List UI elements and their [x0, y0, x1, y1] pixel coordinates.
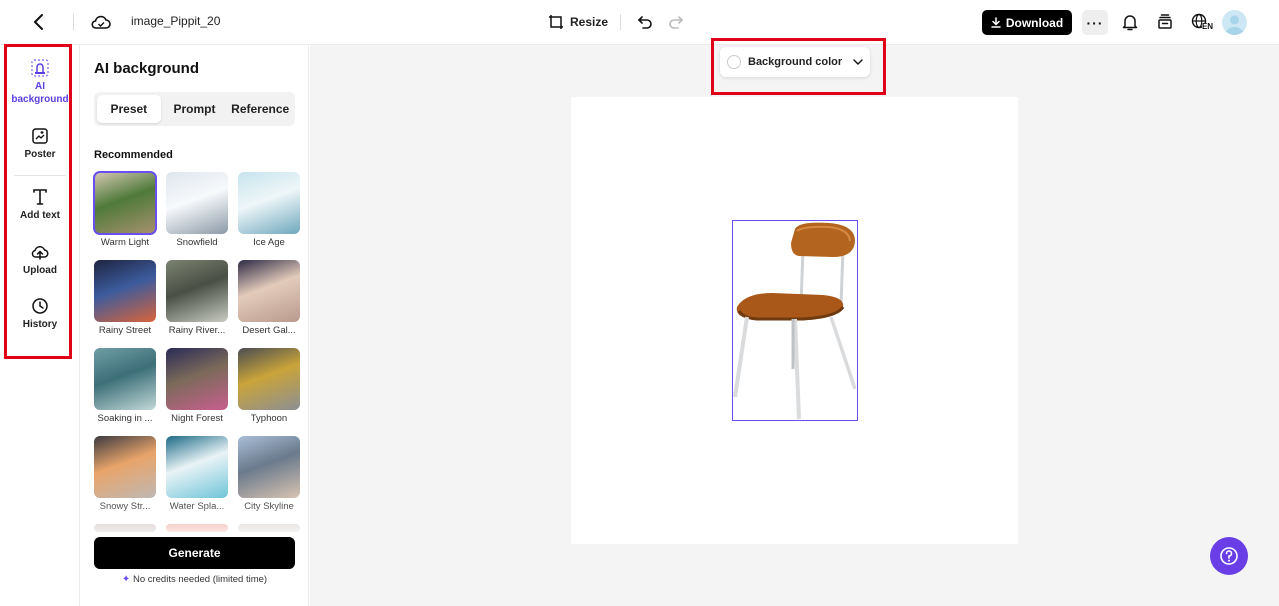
- tab-preset[interactable]: Preset: [97, 95, 161, 123]
- download-icon: [991, 17, 1001, 28]
- upload-icon: [31, 246, 49, 260]
- cloud-icon: [91, 15, 111, 29]
- preset-thumbnail: [93, 171, 157, 235]
- back-button[interactable]: [28, 11, 50, 33]
- help-button[interactable]: [1210, 537, 1248, 575]
- preset-thumbnail: [238, 260, 300, 322]
- chair-image: [733, 222, 857, 420]
- redo-button[interactable]: [666, 11, 686, 33]
- sidebar-item-add-text[interactable]: Add text: [8, 188, 72, 222]
- user-avatar-icon: [1225, 15, 1244, 35]
- more-icon: ···: [1086, 14, 1104, 31]
- preset-thumbnail: [166, 172, 228, 234]
- sidebar-item-label: Poster: [24, 149, 56, 160]
- tab-prompt[interactable]: Prompt: [163, 95, 227, 123]
- notifications-button[interactable]: [1119, 11, 1141, 33]
- ai-background-icon: [31, 59, 49, 77]
- sidebar-item-poster[interactable]: Poster: [8, 127, 72, 161]
- more-options-button[interactable]: ···: [1082, 10, 1108, 35]
- preset-thumbnail: [166, 348, 228, 410]
- cloud-save-button[interactable]: [90, 11, 112, 33]
- mode-tabs: Preset Prompt Reference: [94, 92, 295, 126]
- background-color-label: Background color: [748, 56, 843, 68]
- preset-label: Rainy River...: [168, 325, 226, 336]
- preset-thumbnail: [94, 436, 156, 498]
- preset-label: Rainy Street: [98, 325, 152, 336]
- preset-item[interactable]: Snowfield: [166, 172, 228, 248]
- preset-thumbnail: [238, 436, 300, 498]
- divider: [620, 14, 621, 30]
- preset-thumbnail: [94, 348, 156, 410]
- preset-item[interactable]: Soaking in ...: [94, 348, 156, 424]
- color-swatch-icon: [727, 55, 741, 69]
- download-button[interactable]: Download: [982, 10, 1072, 35]
- file-name[interactable]: image_Pippit_20: [131, 14, 220, 28]
- undo-button[interactable]: [635, 11, 655, 33]
- ai-background-panel: AI background Preset Prompt Reference Re…: [81, 45, 309, 606]
- credits-note-text: No credits needed (limited time): [132, 574, 268, 585]
- preset-item[interactable]: Rainy River...: [166, 260, 228, 336]
- background-color-button[interactable]: Background color: [720, 47, 870, 77]
- divider: [73, 14, 74, 30]
- preset-label: Desert Gal...: [242, 325, 296, 336]
- sidebar-item-label: Upload: [23, 265, 57, 276]
- resize-icon: [549, 15, 563, 29]
- chevron-down-icon: [853, 58, 863, 65]
- scroll-fade: [81, 500, 308, 540]
- tab-reference[interactable]: Reference: [228, 95, 292, 123]
- preset-label: Typhoon: [250, 413, 288, 424]
- download-label: Download: [1005, 15, 1064, 30]
- sidebar-item-history[interactable]: History: [8, 297, 72, 331]
- resize-button[interactable]: Resize: [548, 11, 608, 33]
- panel-title: AI background: [94, 60, 200, 77]
- preset-thumbnail: [94, 260, 156, 322]
- box-icon: [1158, 14, 1172, 29]
- avatar[interactable]: [1222, 10, 1247, 35]
- preset-label: Night Forest: [171, 413, 223, 424]
- sidebar-item-label: Add text: [20, 210, 60, 221]
- tool-sidebar: AI background Poster Add text Upload His…: [0, 45, 80, 606]
- preset-item[interactable]: Ice Age: [238, 172, 300, 248]
- text-icon: [33, 189, 47, 205]
- redo-icon: [669, 16, 684, 29]
- preset-thumbnail: [166, 436, 228, 498]
- bell-icon: [1122, 15, 1138, 31]
- history-icon: [32, 298, 48, 314]
- divider: [14, 175, 66, 176]
- generate-button[interactable]: Generate: [94, 537, 295, 569]
- preset-thumbnail: [238, 348, 300, 410]
- preset-item[interactable]: Rainy Street: [94, 260, 156, 336]
- preset-label: Ice Age: [253, 237, 285, 248]
- preset-item[interactable]: Desert Gal...: [238, 260, 300, 336]
- sparkle-icon: ✦: [121, 574, 131, 585]
- section-label-recommended: Recommended: [94, 149, 173, 161]
- preset-item[interactable]: Typhoon: [238, 348, 300, 424]
- preset-label: Soaking in ...: [97, 413, 153, 424]
- sidebar-item-ai-background[interactable]: AI background: [8, 59, 72, 106]
- sidebar-item-label: AI background: [11, 81, 69, 105]
- preset-label: Snowfield: [176, 237, 218, 248]
- preset-thumbnail: [238, 172, 300, 234]
- preset-item[interactable]: Warm Light: [93, 171, 157, 248]
- language-badge: EN: [1201, 21, 1214, 31]
- preset-item[interactable]: Night Forest: [166, 348, 228, 424]
- credits-note: ✦ No credits needed (limited time): [94, 574, 295, 585]
- undo-icon: [637, 16, 652, 29]
- product-image-chair[interactable]: [732, 220, 858, 421]
- preset-label: Warm Light: [100, 237, 150, 248]
- sidebar-item-label: History: [22, 319, 58, 330]
- poster-icon: [32, 128, 48, 144]
- language-button[interactable]: EN: [1189, 11, 1215, 33]
- sidebar-item-upload[interactable]: Upload: [8, 243, 72, 277]
- resize-label: Resize: [570, 15, 609, 29]
- question-mark-icon: [1220, 547, 1238, 565]
- top-toolbar: image_Pippit_20 Resize Download ··· EN: [0, 0, 1279, 45]
- preset-thumbnail: [166, 260, 228, 322]
- chevron-left-icon: [34, 14, 43, 30]
- assets-button[interactable]: [1154, 11, 1176, 33]
